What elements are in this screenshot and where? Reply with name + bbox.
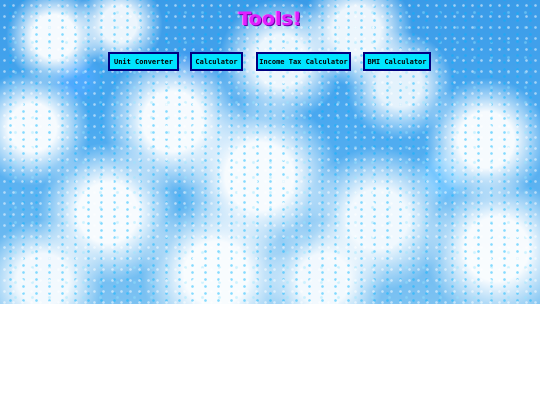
unit-converter-button[interactable]: Unit Converter: [108, 52, 179, 71]
sky-background: [0, 0, 540, 304]
glitter-overlay: [0, 0, 540, 304]
calculator-button[interactable]: Calculator: [190, 52, 243, 71]
bmi-calculator-button[interactable]: BMI Calculator: [363, 52, 431, 71]
income-tax-calculator-button[interactable]: Income Tax Calculator: [256, 52, 351, 71]
page-title: Tools!: [238, 8, 302, 30]
